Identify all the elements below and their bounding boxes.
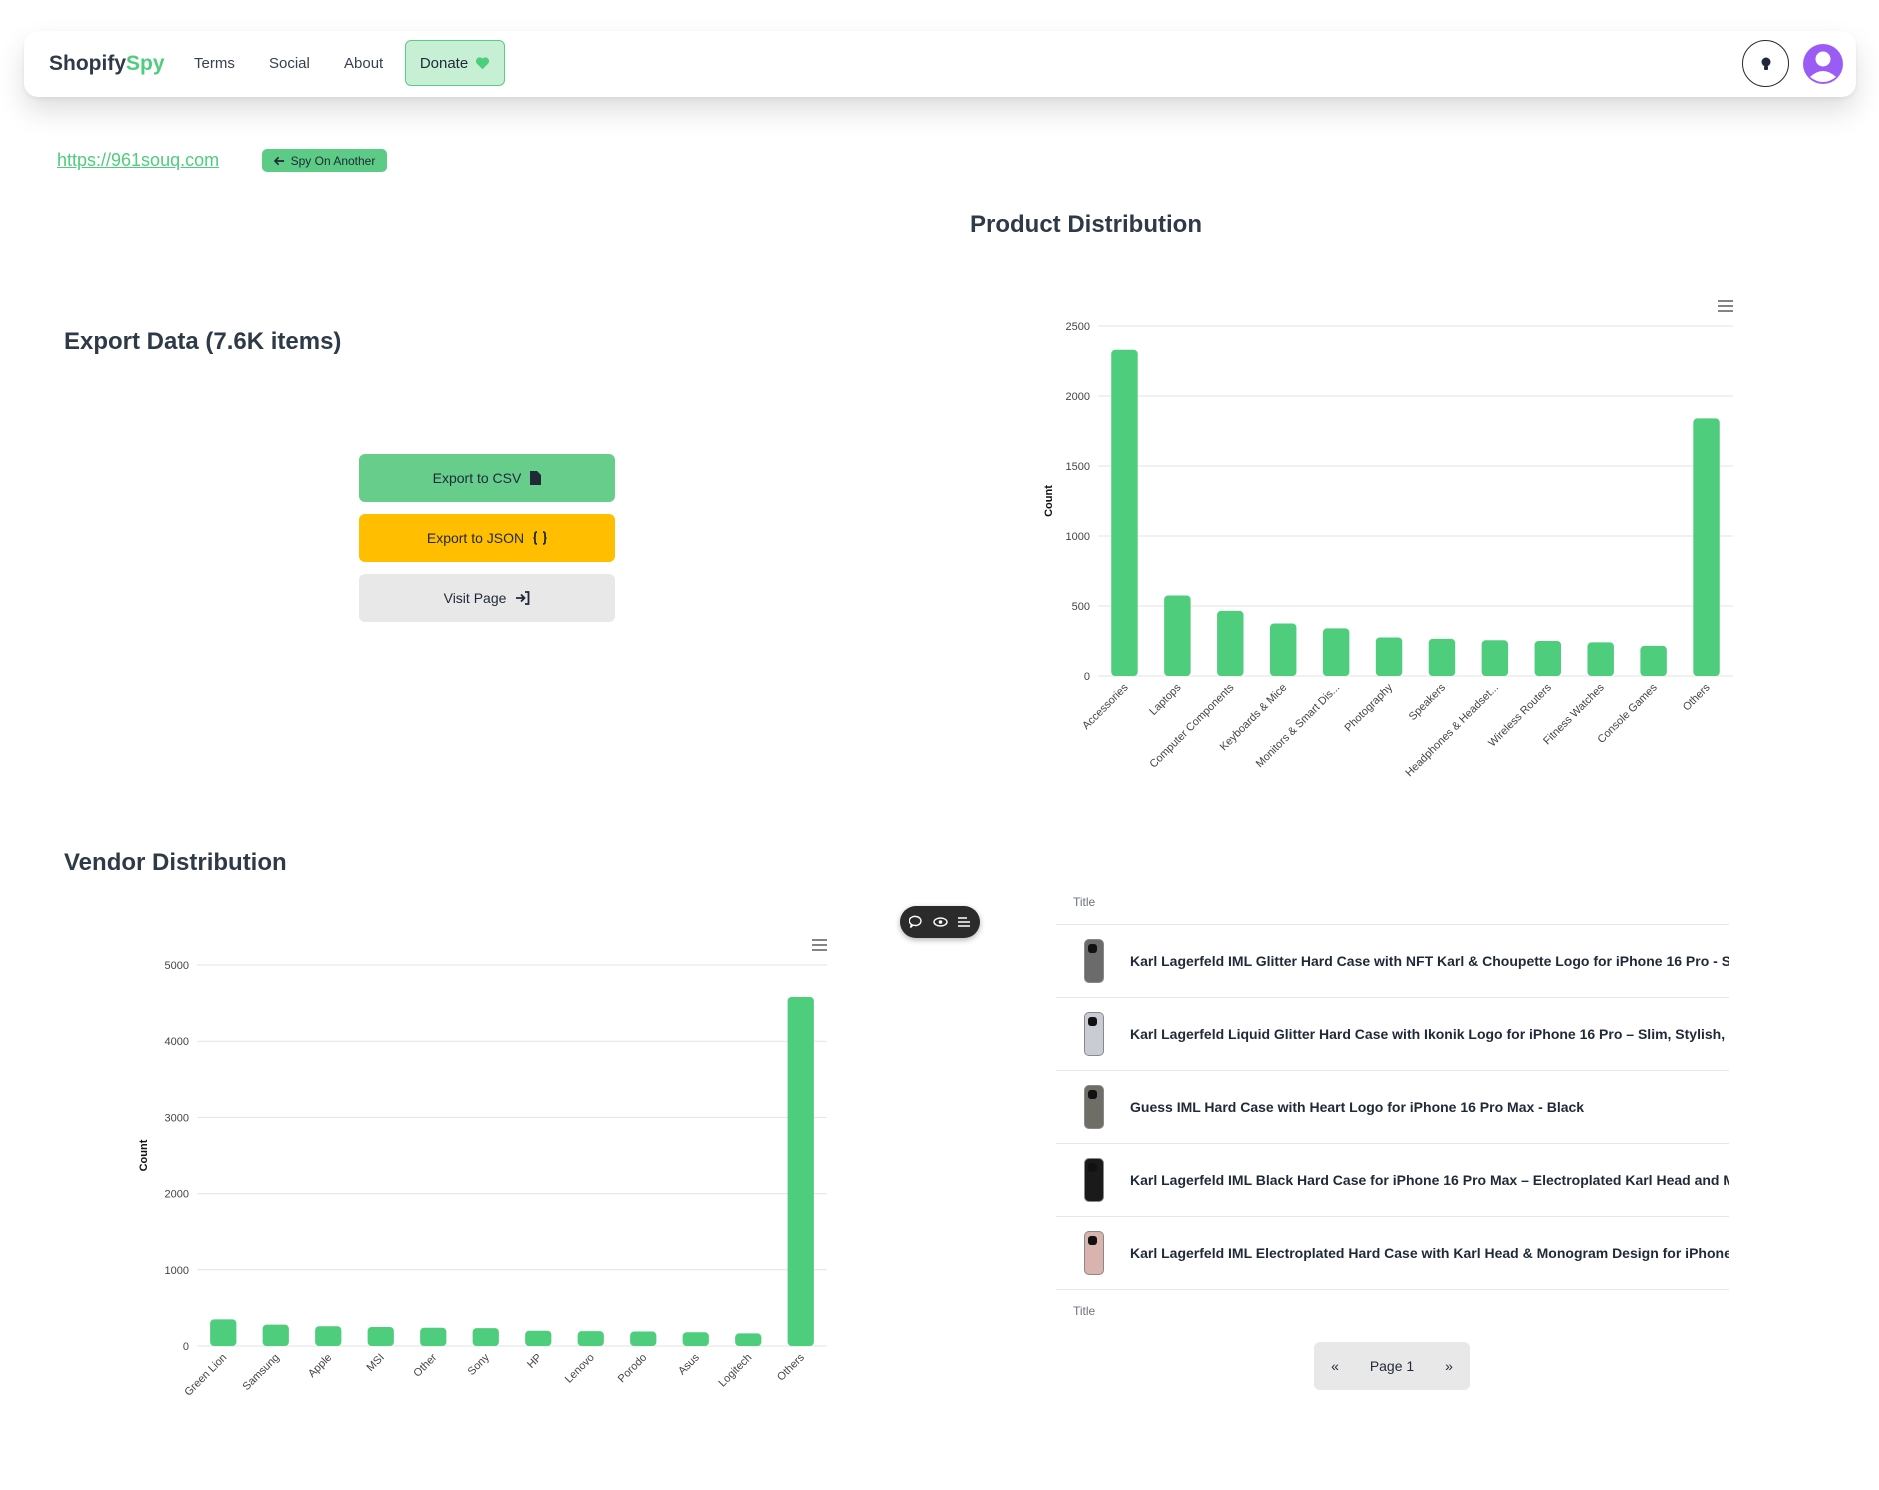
vendor-chart-x-tick-label: MSI [365, 1352, 387, 1374]
vendor-chart-x-tick-label: Other [411, 1351, 439, 1379]
vendor-chart-y-tick-label: 3000 [165, 1112, 189, 1124]
vendor-chart-x-tick-label: Lenovo [563, 1352, 597, 1386]
table-header-title: Title [1056, 888, 1729, 925]
vendor-chart-y-axis-label: Count [138, 1139, 150, 1171]
product-title[interactable]: Guess IML Hard Case with Heart Logo for … [1130, 1099, 1584, 1115]
prev-page-button[interactable]: « [1314, 1342, 1356, 1390]
vendor-chart-bar[interactable] [210, 1319, 237, 1346]
product-title[interactable]: Karl Lagerfeld IML Glitter Hard Case wit… [1130, 953, 1729, 969]
vendor-chart-bar[interactable] [262, 1324, 289, 1346]
vendor-chart-x-tick-label: Green Lion [182, 1352, 229, 1399]
vendor-chart-bar[interactable] [420, 1327, 447, 1346]
vendor-chart-bar[interactable] [472, 1328, 499, 1346]
product-thumbnail [1084, 1231, 1104, 1275]
product-thumbnail [1084, 1085, 1104, 1129]
vendor-chart-bar[interactable] [367, 1326, 394, 1346]
vendor-chart-y-tick-label: 2000 [165, 1189, 189, 1201]
table-row[interactable]: Karl Lagerfeld IML Glitter Hard Case wit… [1056, 925, 1729, 998]
vendor-chart-y-tick-label: 5000 [165, 960, 189, 972]
vendor-chart-x-tick-label: Asus [676, 1351, 702, 1377]
vendor-chart-bar[interactable] [577, 1331, 604, 1346]
vendor-chart-y-tick-label: 4000 [165, 1036, 189, 1048]
product-thumbnail [1084, 939, 1104, 983]
vendor-chart-y-tick-label: 1000 [165, 1265, 189, 1277]
chat-bubble-icon[interactable] [909, 915, 923, 929]
list-icon[interactable] [957, 916, 971, 928]
vendor-chart-bar[interactable] [315, 1326, 342, 1346]
product-thumbnail [1084, 1012, 1104, 1056]
product-title[interactable]: Karl Lagerfeld Liquid Glitter Hard Case … [1130, 1026, 1729, 1042]
vendor-chart-bar[interactable] [682, 1332, 709, 1346]
vendor-chart-bar[interactable] [525, 1330, 552, 1346]
vendor-chart-x-tick-label: Samsung [241, 1352, 282, 1393]
vendor-chart-x-tick-label: Logitech [716, 1352, 754, 1390]
table-footer-title: Title [1073, 1304, 1096, 1318]
vendor-chart-y-tick-label: 0 [183, 1341, 189, 1353]
eye-off-icon[interactable] [932, 916, 948, 928]
vendor-chart-x-tick-label: Porodo [616, 1352, 650, 1386]
vendor-chart-x-tick-label: Apple [306, 1352, 334, 1380]
vendor-chart-x-tick-label: Sony [466, 1351, 493, 1378]
product-title[interactable]: Karl Lagerfeld IML Electroplated Hard Ca… [1130, 1245, 1729, 1261]
vendor-chart-bar[interactable] [735, 1333, 762, 1346]
pagination: « Page 1 » [1314, 1342, 1470, 1390]
vendor-chart-x-tick-label: HP [525, 1352, 544, 1371]
table-row[interactable]: Karl Lagerfeld IML Electroplated Hard Ca… [1056, 1217, 1729, 1290]
table-row[interactable]: Karl Lagerfeld Liquid Glitter Hard Case … [1056, 998, 1729, 1071]
vendor-chart-x-tick-label: Others [775, 1351, 807, 1383]
product-table: Title Karl Lagerfeld IML Glitter Hard Ca… [1056, 888, 1729, 1328]
vendor-chart-bar[interactable] [630, 1331, 657, 1346]
floating-toolbar [900, 906, 980, 938]
table-row[interactable]: Guess IML Hard Case with Heart Logo for … [1056, 1071, 1729, 1144]
next-page-button[interactable]: » [1428, 1342, 1470, 1390]
product-thumbnail [1084, 1158, 1104, 1202]
current-page-label: Page 1 [1369, 1358, 1415, 1374]
vendor-chart-bar[interactable] [787, 997, 814, 1346]
product-title[interactable]: Karl Lagerfeld IML Black Hard Case for i… [1130, 1172, 1729, 1188]
table-row[interactable]: Karl Lagerfeld IML Black Hard Case for i… [1056, 1144, 1729, 1217]
